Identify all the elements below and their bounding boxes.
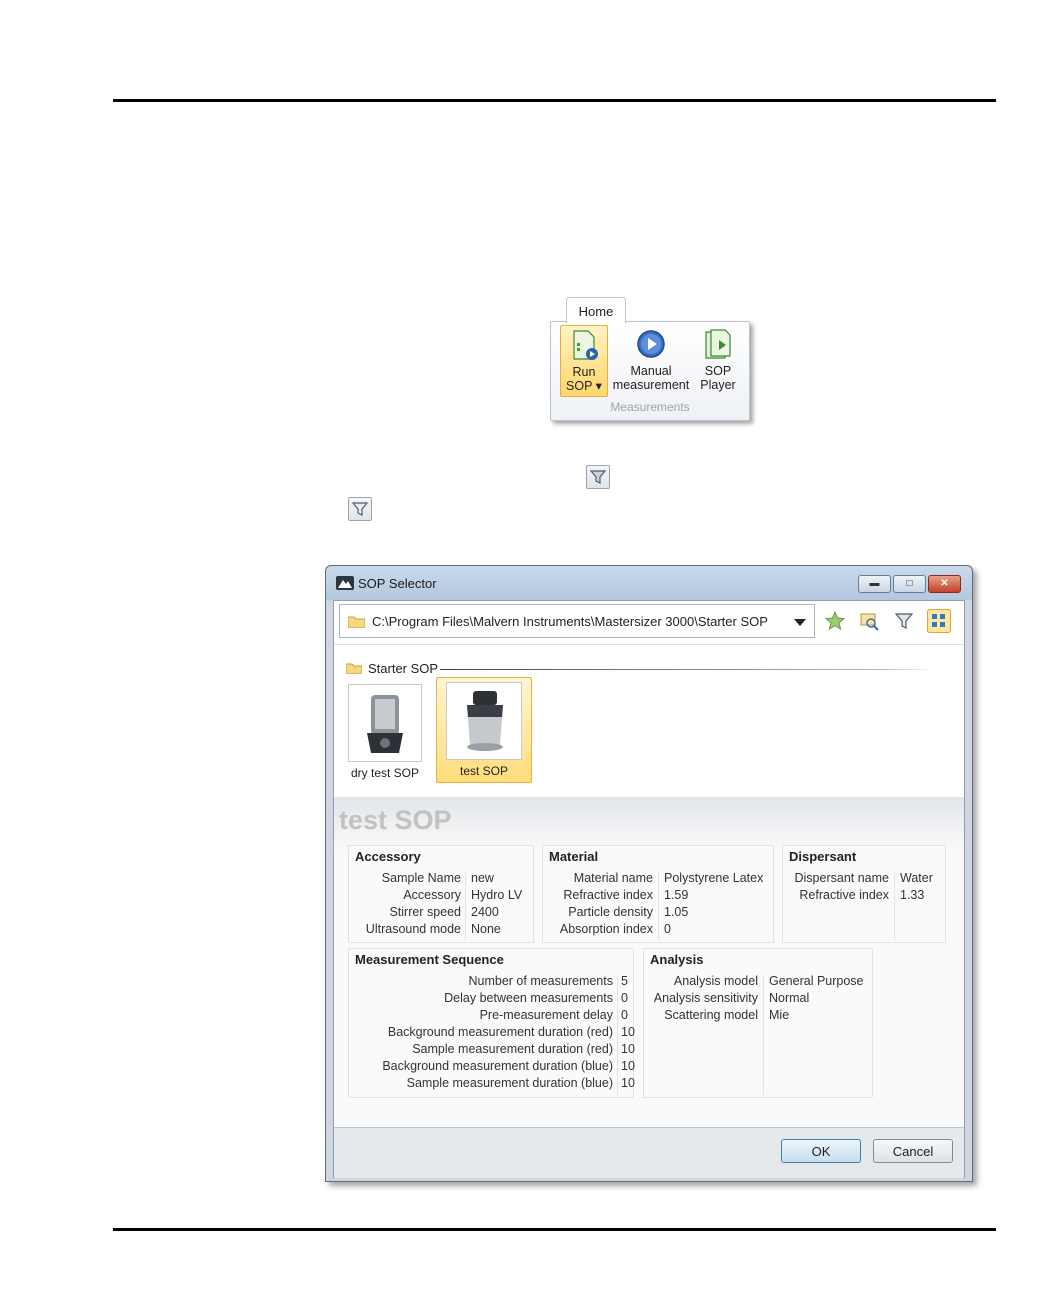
kv-value: 10 — [621, 1076, 635, 1090]
sop-tile-test[interactable]: test SOP — [436, 677, 532, 783]
card-title: Measurement Sequence — [355, 952, 504, 967]
material-card: Material Material name Polystyrene Latex… — [542, 845, 774, 943]
accessory-card: Accessory Sample Name new Accessory Hydr… — [348, 845, 534, 943]
ok-button[interactable]: OK — [781, 1139, 861, 1163]
kv-key: Material name — [573, 871, 653, 885]
kv-key: Number of measurements — [468, 974, 613, 988]
sop-detail-panel: test SOP Accessory Sample Name new Acces… — [334, 797, 964, 1127]
run-sop-icon — [573, 330, 598, 360]
maximize-button[interactable]: □ — [893, 575, 926, 593]
dispersant-card: Dispersant Dispersant name Water Refract… — [782, 845, 946, 943]
card-title: Material — [549, 849, 599, 864]
kv-value: 0 — [664, 922, 671, 936]
section-divider — [440, 669, 934, 670]
kv-key: Background measurement duration (red) — [387, 1025, 613, 1039]
kv-value: Mie — [769, 1008, 790, 1022]
kv-value: 1.59 — [664, 888, 689, 902]
path-dropdown[interactable]: C:\Program Files\Malvern Instruments\Mas… — [339, 604, 815, 638]
kv-value: Polystyrene Latex — [664, 871, 764, 885]
run-sop-label-1: Run — [572, 365, 596, 379]
kv-value: 0 — [621, 991, 628, 1005]
favorite-star-icon[interactable] — [824, 610, 846, 632]
kv-key: Sample measurement duration (red) — [412, 1042, 613, 1056]
sop-name: dry test SOP — [350, 766, 420, 780]
kv-value: 1.33 — [900, 888, 925, 902]
dialog-content: C:\Program Files\Malvern Instruments\Mas… — [333, 600, 965, 1178]
dialog-title: SOP Selector — [358, 576, 437, 591]
kv-value: Normal — [769, 991, 810, 1005]
kv-value: 1.05 — [664, 905, 689, 919]
sop-player-icon — [705, 329, 731, 359]
sop-player-label-2: Player — [700, 378, 736, 392]
kv-value: 2400 — [471, 905, 499, 919]
kv-value: Water — [900, 871, 933, 885]
manual-measurement-label-1: Manual — [630, 364, 672, 378]
measurement-sequence-card: Measurement Sequence Number of measureme… — [348, 948, 635, 1098]
kv-key: Sample Name — [381, 871, 461, 885]
sop-player-label-1: SOP — [704, 364, 732, 378]
kv-key: Particle density — [568, 905, 653, 919]
manual-measurement-button[interactable]: Manual measurement — [611, 325, 691, 395]
footer-rule — [113, 1228, 996, 1231]
header-rule — [113, 99, 996, 102]
kv-key: Pre-measurement delay — [479, 1008, 613, 1022]
sop-player-button[interactable]: SOP Player — [695, 325, 741, 395]
kv-value: 10 — [621, 1042, 635, 1056]
kv-value: 5 — [621, 974, 628, 988]
section-header: Starter SOP — [368, 661, 439, 676]
kv-key: Dispersant name — [794, 871, 890, 885]
path-text: C:\Program Files\Malvern Instruments\Mas… — [372, 614, 768, 629]
kv-value: 0 — [621, 1008, 628, 1022]
kv-key: Analysis sensitivity — [653, 991, 758, 1005]
kv-key: Sample measurement duration (blue) — [406, 1076, 613, 1090]
kv-key: Ultrasound mode — [365, 922, 461, 936]
kv-key: Delay between measurements — [444, 991, 613, 1005]
card-title: Accessory — [355, 849, 421, 864]
kv-key: Analysis model — [673, 974, 758, 988]
filter-icon[interactable] — [893, 610, 915, 632]
sop-thumbnail — [348, 684, 422, 762]
dialog-footer: OK Cancel — [334, 1127, 964, 1178]
kv-key: Scattering model — [664, 1008, 758, 1022]
chevron-down-icon[interactable] — [794, 619, 806, 626]
thumbnail-view-icon[interactable] — [927, 609, 951, 633]
detail-title: test SOP — [339, 805, 452, 835]
close-button[interactable]: ✕ — [928, 575, 961, 593]
kv-value: new — [471, 871, 494, 885]
dialog-titlebar[interactable]: SOP Selector ▬ □ ✕ — [326, 566, 972, 600]
sop-tile-dry-test[interactable]: dry test SOP — [346, 681, 424, 785]
measurements-group-label: Measurements — [610, 400, 690, 414]
play-circle-icon — [637, 330, 665, 358]
sop-name: test SOP — [459, 764, 509, 778]
folder-icon — [348, 616, 365, 628]
sop-selector-dialog: SOP Selector ▬ □ ✕ C:\Program Files\Malv… — [325, 565, 973, 1182]
manual-measurement-label-2: measurement — [612, 378, 690, 392]
search-folder-icon[interactable] — [858, 610, 880, 632]
folder-icon — [346, 663, 362, 674]
minimize-button[interactable]: ▬ — [858, 575, 891, 593]
kv-key: Accessory — [403, 888, 461, 902]
cancel-button[interactable]: Cancel — [873, 1139, 953, 1163]
card-title: Dispersant — [789, 849, 857, 864]
kv-key: Absorption index — [559, 922, 653, 936]
kv-value: Hydro LV — [471, 888, 523, 902]
app-icon — [336, 576, 354, 590]
tab-home[interactable]: Home — [566, 297, 626, 323]
kv-value: 10 — [621, 1059, 635, 1073]
ribbon-panel: Run SOP ▾ Manual measurement SOP Player … — [550, 321, 750, 421]
run-sop-label-2: SOP ▾ — [566, 379, 602, 393]
filter-icon — [586, 465, 610, 489]
kv-value: 10 — [621, 1025, 635, 1039]
kv-key: Refractive index — [799, 888, 889, 902]
kv-value: General Purpose — [769, 974, 864, 988]
card-title: Analysis — [650, 952, 704, 967]
kv-key: Refractive index — [563, 888, 653, 902]
filter-icon — [348, 497, 372, 521]
kv-value: None — [471, 922, 501, 936]
sop-thumbnail — [446, 682, 522, 760]
analysis-card: Analysis Analysis model General Purpose … — [643, 948, 873, 1098]
kv-key: Background measurement duration (blue) — [382, 1059, 613, 1073]
run-sop-button[interactable]: Run SOP ▾ — [560, 325, 608, 397]
kv-key: Stirrer speed — [389, 905, 461, 919]
